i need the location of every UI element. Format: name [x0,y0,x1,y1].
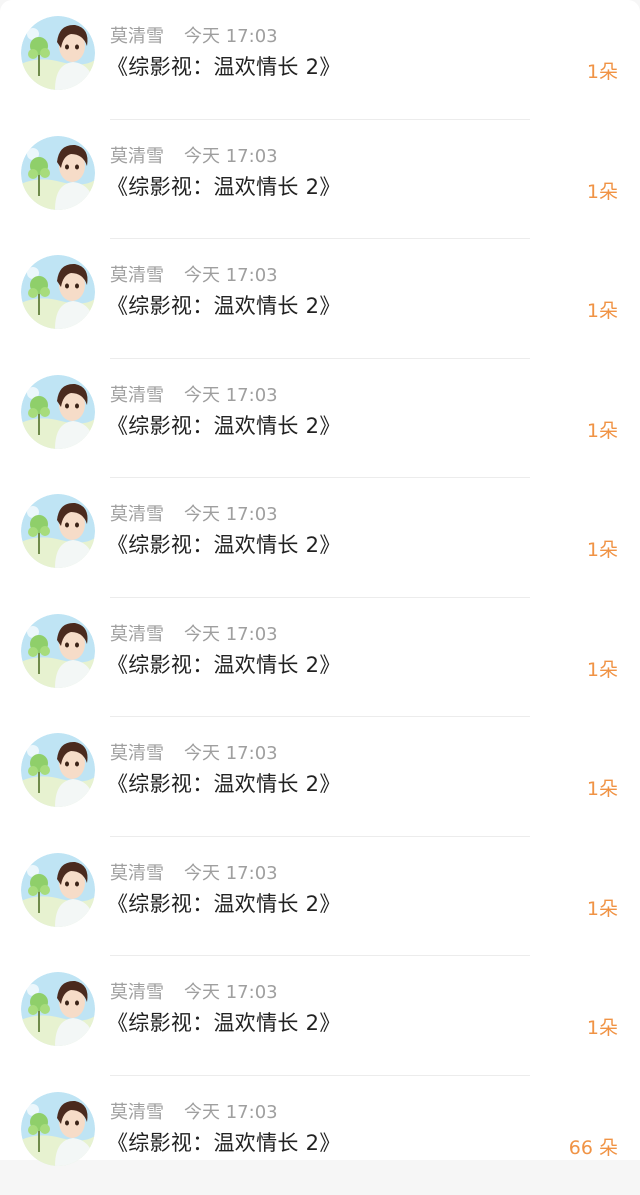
list-item[interactable]: 莫清雪 今天 17:03 《综影视：温欢情长 2》 1朵 [0,478,640,598]
timestamp: 今天 17:03 [184,500,278,526]
user-name[interactable]: 莫清雪 [110,22,164,48]
user-name[interactable]: 莫清雪 [110,500,164,526]
timestamp: 今天 17:03 [184,1098,278,1124]
list-item[interactable]: 莫清雪 今天 17:03 《综影视：温欢情长 2》 66 朵 [0,1076,640,1195]
user-name[interactable]: 莫清雪 [110,142,164,168]
timestamp: 今天 17:03 [184,859,278,885]
user-name[interactable]: 莫清雪 [110,1098,164,1124]
list-item[interactable]: 莫清雪 今天 17:03 《综影视：温欢情长 2》 1朵 [0,837,640,957]
item-title[interactable]: 《综影视：温欢情长 2》 [107,1127,341,1157]
timestamp: 今天 17:03 [184,739,278,765]
avatar[interactable] [21,733,95,807]
timestamp: 今天 17:03 [184,978,278,1004]
item-meta: 莫清雪 今天 17:03 [110,141,278,169]
user-name[interactable]: 莫清雪 [110,381,164,407]
item-meta: 莫清雪 今天 17:03 [110,260,278,288]
item-title[interactable]: 《综影视：温欢情长 2》 [107,171,341,201]
item-title[interactable]: 《综影视：温欢情长 2》 [107,768,341,798]
item-meta: 莫清雪 今天 17:03 [110,21,278,49]
avatar[interactable] [21,1092,95,1166]
item-title[interactable]: 《综影视：温欢情长 2》 [107,888,341,918]
item-title[interactable]: 《综影视：温欢情长 2》 [107,1007,341,1037]
user-avatar-icon [21,16,95,90]
avatar[interactable] [21,255,95,329]
item-title[interactable]: 《综影视：温欢情长 2》 [107,290,341,320]
item-meta: 莫清雪 今天 17:03 [110,619,278,647]
timestamp: 今天 17:03 [184,142,278,168]
gift-count: 1朵 [587,894,618,921]
item-meta: 莫清雪 今天 17:03 [110,1097,278,1125]
gift-count: 1朵 [587,655,618,682]
item-title[interactable]: 《综影视：温欢情长 2》 [107,410,341,440]
list-item[interactable]: 莫清雪 今天 17:03 《综影视：温欢情长 2》 1朵 [0,359,640,479]
user-avatar-icon [21,375,95,449]
item-title[interactable]: 《综影视：温欢情长 2》 [107,529,341,559]
user-name[interactable]: 莫清雪 [110,739,164,765]
user-avatar-icon [21,853,95,927]
list-item[interactable]: 莫清雪 今天 17:03 《综影视：温欢情长 2》 1朵 [0,956,640,1076]
user-avatar-icon [21,136,95,210]
user-avatar-icon [21,972,95,1046]
item-meta: 莫清雪 今天 17:03 [110,858,278,886]
gift-count: 1朵 [587,1013,618,1040]
avatar[interactable] [21,136,95,210]
list-item[interactable]: 莫清雪 今天 17:03 《综影视：温欢情长 2》 1朵 [0,598,640,718]
gift-count: 1朵 [587,535,618,562]
avatar[interactable] [21,375,95,449]
item-meta: 莫清雪 今天 17:03 [110,738,278,766]
avatar[interactable] [21,972,95,1046]
list-item[interactable]: 莫清雪 今天 17:03 《综影视：温欢情长 2》 1朵 [0,120,640,240]
user-name[interactable]: 莫清雪 [110,978,164,1004]
gift-record-list: 莫清雪 今天 17:03 《综影视：温欢情长 2》 1朵 莫清 [0,0,640,1160]
user-name[interactable]: 莫清雪 [110,261,164,287]
item-meta: 莫清雪 今天 17:03 [110,499,278,527]
user-avatar-icon [21,1092,95,1166]
gift-count: 1朵 [587,57,618,84]
avatar[interactable] [21,614,95,688]
avatar[interactable] [21,853,95,927]
user-avatar-icon [21,614,95,688]
avatar[interactable] [21,494,95,568]
gift-count: 1朵 [587,774,618,801]
list-item[interactable]: 莫清雪 今天 17:03 《综影视：温欢情长 2》 1朵 [0,239,640,359]
user-avatar-icon [21,733,95,807]
gift-count: 1朵 [587,296,618,323]
item-title[interactable]: 《综影视：温欢情长 2》 [107,51,341,81]
gift-count: 66 朵 [569,1133,618,1160]
item-title[interactable]: 《综影视：温欢情长 2》 [107,649,341,679]
item-meta: 莫清雪 今天 17:03 [110,977,278,1005]
timestamp: 今天 17:03 [184,381,278,407]
gift-count: 1朵 [587,177,618,204]
user-avatar-icon [21,255,95,329]
timestamp: 今天 17:03 [184,261,278,287]
user-name[interactable]: 莫清雪 [110,620,164,646]
user-avatar-icon [21,494,95,568]
list-item[interactable]: 莫清雪 今天 17:03 《综影视：温欢情长 2》 1朵 [0,0,640,120]
timestamp: 今天 17:03 [184,620,278,646]
list-item[interactable]: 莫清雪 今天 17:03 《综影视：温欢情长 2》 1朵 [0,717,640,837]
timestamp: 今天 17:03 [184,22,278,48]
user-name[interactable]: 莫清雪 [110,859,164,885]
avatar[interactable] [21,16,95,90]
item-meta: 莫清雪 今天 17:03 [110,380,278,408]
gift-count: 1朵 [587,416,618,443]
